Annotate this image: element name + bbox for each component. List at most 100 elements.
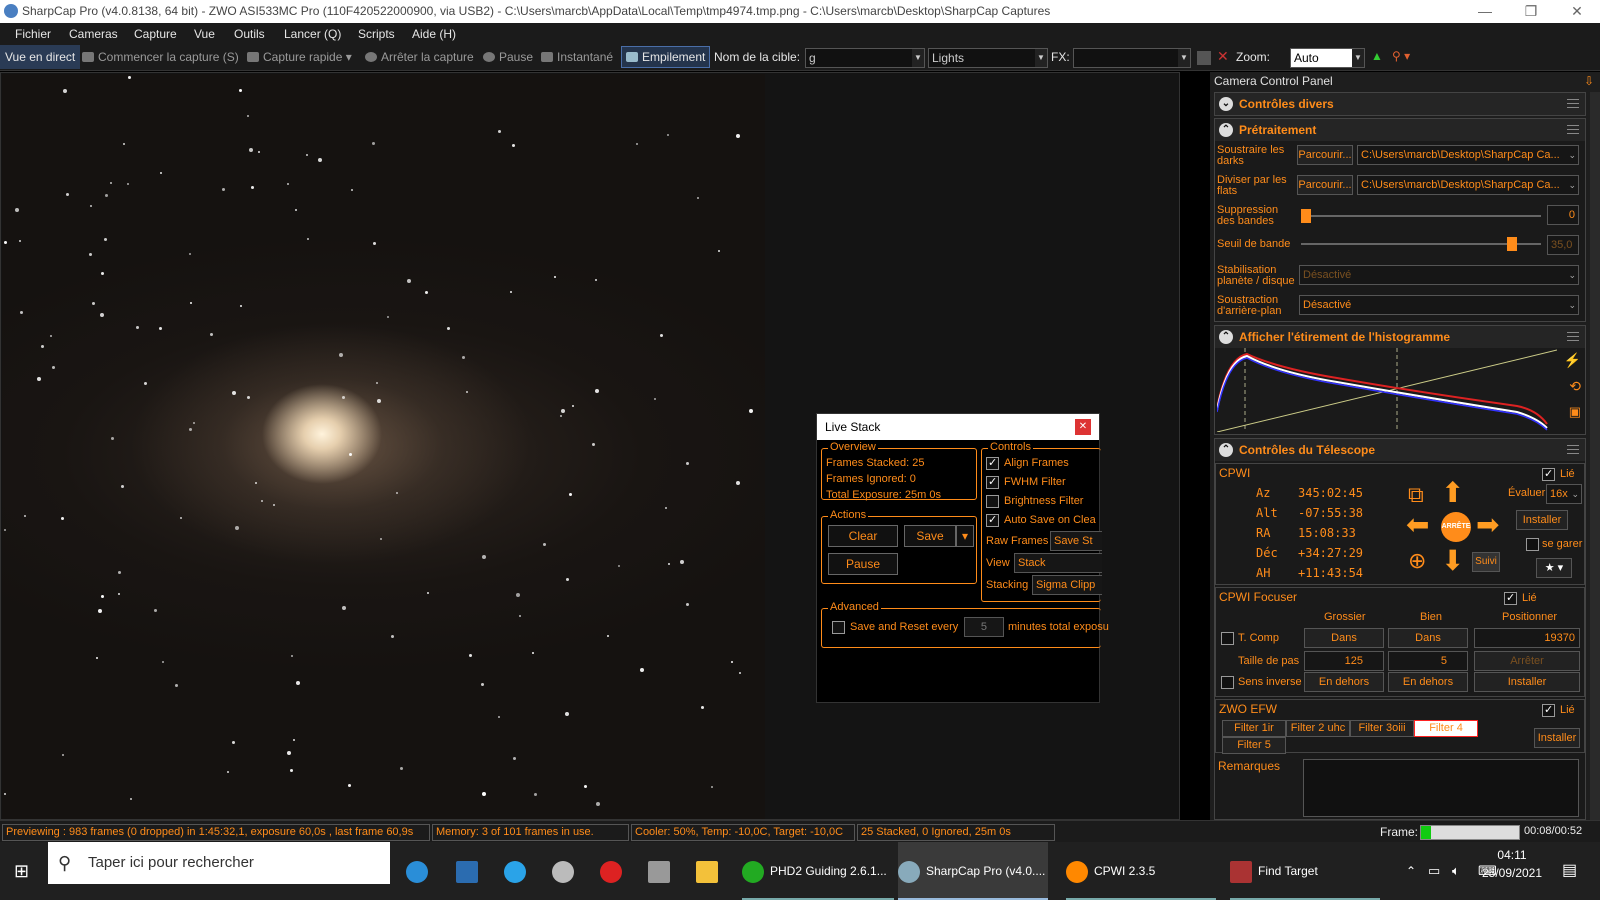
pause-button[interactable]: Pause bbox=[483, 50, 533, 64]
taskbar-phd2[interactable]: PHD2 Guiding 2.6.1... bbox=[742, 842, 894, 900]
menu-capture[interactable]: Capture bbox=[134, 27, 177, 41]
rate-select[interactable]: 16x ⌄ bbox=[1546, 484, 1582, 504]
save-reset-minutes-input[interactable]: 5 bbox=[964, 617, 1004, 637]
banding-value[interactable]: 0 bbox=[1547, 205, 1579, 225]
app-icon[interactable] bbox=[504, 842, 532, 900]
darks-browse-button[interactable]: Parcourir... bbox=[1297, 145, 1353, 165]
histogram-header[interactable]: ⌃ Afficher l'étirement de l'histogramme bbox=[1215, 326, 1585, 348]
folder-icon[interactable] bbox=[696, 842, 724, 900]
mount-setup-button[interactable]: Installer bbox=[1516, 510, 1568, 530]
menu-cameras[interactable]: Cameras bbox=[69, 27, 118, 41]
menu-icon[interactable] bbox=[1567, 445, 1579, 454]
minimize-button[interactable]: — bbox=[1462, 0, 1508, 23]
banding-slider[interactable] bbox=[1301, 215, 1541, 217]
focus-out-fine-button[interactable]: En dehors bbox=[1388, 672, 1468, 692]
focuser-position-value[interactable]: 19370 bbox=[1474, 628, 1580, 648]
fx-select[interactable]: ▼ bbox=[1073, 48, 1191, 68]
taskbar-cpwi[interactable]: CPWI 2.3.5 bbox=[1066, 842, 1216, 900]
view-select[interactable]: Stack bbox=[1014, 553, 1102, 573]
app-icon[interactable] bbox=[456, 842, 484, 900]
pin-icon[interactable]: ⇩ bbox=[1584, 74, 1594, 88]
edge-icon[interactable] bbox=[406, 842, 434, 900]
bgsub-select[interactable]: Désactivé ⌄ bbox=[1299, 295, 1579, 315]
arrow-left-icon[interactable]: ⬅ bbox=[1406, 508, 1429, 541]
frame-type-select[interactable]: Lights ▼ bbox=[928, 48, 1048, 68]
live-stack-titlebar[interactable]: Live Stack ✕ bbox=[817, 414, 1099, 440]
auto-save-checkbox[interactable] bbox=[986, 513, 999, 527]
save-dropdown-button[interactable]: ▾ bbox=[956, 525, 974, 547]
app-icon[interactable] bbox=[600, 842, 628, 900]
stop-button[interactable]: ARRÊTE bbox=[1441, 512, 1471, 542]
taskbar-sharpcap[interactable]: SharpCap Pro (v4.0.... bbox=[898, 842, 1048, 900]
histogram-graph[interactable] bbox=[1217, 348, 1557, 432]
pause-button[interactable]: Pause bbox=[828, 553, 898, 575]
clock-date[interactable]: 25/09/2021 bbox=[1476, 866, 1548, 880]
clear-button[interactable]: Clear bbox=[828, 525, 898, 547]
efw-setup-button[interactable]: Installer bbox=[1534, 728, 1580, 748]
target-name-input[interactable]: g ▼ bbox=[805, 48, 925, 68]
menu-icon[interactable] bbox=[1567, 125, 1579, 134]
lightning-icon[interactable]: ⚡ bbox=[1564, 352, 1581, 369]
track-button[interactable]: Suivi bbox=[1472, 552, 1500, 572]
clock-time[interactable]: 04:11 bbox=[1482, 848, 1542, 862]
live-view-button[interactable]: Vue en direct bbox=[0, 45, 81, 69]
menu-launch[interactable]: Lancer (Q) bbox=[284, 27, 341, 41]
notification-icon[interactable]: ▤ bbox=[1562, 842, 1577, 900]
target-icon[interactable]: ⊕ bbox=[1408, 548, 1426, 574]
histogram-icon[interactable]: ▲ bbox=[1371, 49, 1383, 63]
efw-linked-checkbox[interactable] bbox=[1542, 703, 1555, 717]
menu-view[interactable]: Vue bbox=[194, 27, 215, 41]
menu-icon[interactable] bbox=[1567, 332, 1579, 341]
filter-1-button[interactable]: Filter 1ir bbox=[1222, 720, 1286, 737]
menu-tools[interactable]: Outils bbox=[234, 27, 265, 41]
stop-capture-button[interactable]: Arrêter la capture bbox=[365, 50, 474, 64]
windows-start-icon[interactable]: ⊞ bbox=[14, 842, 34, 900]
tcomp-checkbox[interactable] bbox=[1221, 632, 1234, 645]
focus-in-fine-button[interactable]: Dans bbox=[1388, 628, 1468, 648]
preprocessing-header[interactable]: ⌃ Prétraitement bbox=[1215, 119, 1585, 141]
raw-frames-select[interactable]: Save St bbox=[1050, 531, 1102, 551]
maximize-button[interactable]: ❐ bbox=[1508, 0, 1554, 23]
misc-controls-header[interactable]: ⌄ Contrôles divers bbox=[1215, 93, 1585, 115]
save-reset-checkbox[interactable] bbox=[832, 621, 845, 634]
filter-4-button[interactable]: Filter 4 bbox=[1414, 720, 1478, 737]
brightness-filter-checkbox[interactable] bbox=[986, 495, 999, 508]
goto-icon[interactable]: ⧉ bbox=[1408, 482, 1424, 508]
tray-chevron-icon[interactable]: ⌃ bbox=[1406, 842, 1416, 900]
banding-slider-handle[interactable] bbox=[1301, 209, 1311, 223]
arrow-down-icon[interactable]: ⬇ bbox=[1441, 544, 1464, 577]
stacking-button[interactable]: Empilement bbox=[621, 46, 711, 68]
quick-capture-button[interactable]: Capture rapide ▾ bbox=[247, 50, 352, 64]
save-icon[interactable]: ▣ bbox=[1569, 404, 1581, 420]
menu-icon[interactable] bbox=[1567, 99, 1579, 108]
start-capture-button[interactable]: Commencer la capture (S) bbox=[82, 50, 239, 64]
panel-scrollbar[interactable] bbox=[1590, 92, 1600, 820]
telescope-header[interactable]: ⌃ Contrôles du Télescope bbox=[1215, 439, 1585, 461]
step-fine-input[interactable]: 5 bbox=[1388, 651, 1468, 671]
volume-icon[interactable]: 🔈︎ bbox=[1452, 842, 1460, 900]
save-button[interactable]: Save bbox=[904, 525, 956, 547]
flats-browse-button[interactable]: Parcourir... bbox=[1297, 175, 1353, 195]
app-icon[interactable] bbox=[648, 842, 676, 900]
app-icon[interactable] bbox=[552, 842, 580, 900]
close-icon[interactable]: ✕ bbox=[1075, 419, 1091, 435]
fwhm-filter-checkbox[interactable] bbox=[986, 475, 999, 489]
snapshot-button[interactable]: Instantané bbox=[541, 50, 613, 64]
darks-path-select[interactable]: C:\Users\marcb\Desktop\SharpCap Ca... ⌄ bbox=[1357, 145, 1579, 165]
reset-icon[interactable]: ⟲ bbox=[1569, 378, 1581, 395]
menu-file[interactable]: Fichier bbox=[15, 27, 51, 41]
filter-3-button[interactable]: Filter 3oiii bbox=[1350, 720, 1414, 737]
stacking-select[interactable]: Sigma Clipp bbox=[1032, 575, 1102, 595]
menu-scripts[interactable]: Scripts bbox=[358, 27, 395, 41]
align-frames-checkbox[interactable] bbox=[986, 456, 999, 470]
filter-5-button[interactable]: Filter 5 bbox=[1222, 737, 1286, 754]
stabilize-select[interactable]: Désactivé ⌄ bbox=[1299, 265, 1579, 285]
reverse-checkbox[interactable] bbox=[1221, 676, 1234, 689]
threshold-value[interactable]: 35,0 bbox=[1547, 235, 1579, 255]
threshold-slider-handle[interactable] bbox=[1507, 237, 1517, 251]
taskbar-search-box[interactable]: ⚲ Taper ici pour rechercher bbox=[48, 842, 390, 884]
flats-path-select[interactable]: C:\Users\marcb\Desktop\SharpCap Ca... ⌄ bbox=[1357, 175, 1579, 195]
park-checkbox[interactable] bbox=[1526, 538, 1539, 551]
focus-in-coarse-button[interactable]: Dans bbox=[1304, 628, 1384, 648]
step-coarse-input[interactable]: 125 bbox=[1304, 651, 1384, 671]
